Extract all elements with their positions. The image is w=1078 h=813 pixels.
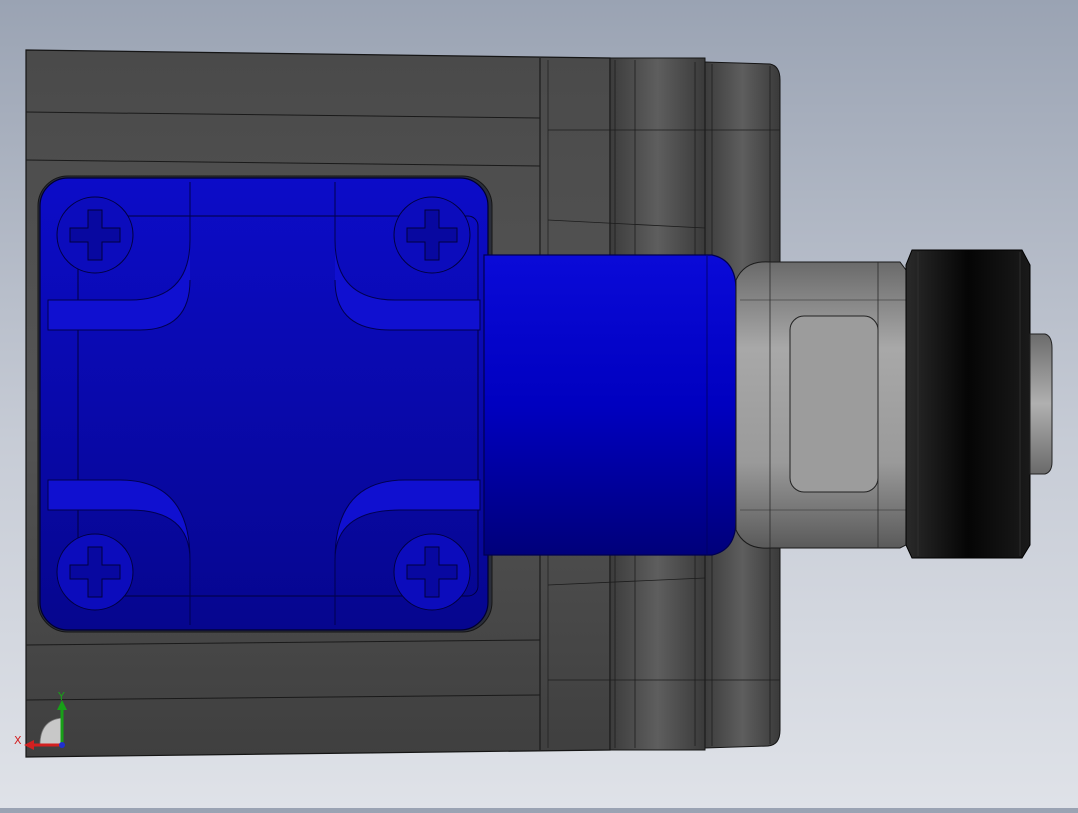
roller-wheel (905, 249, 1031, 559)
screw-icon (56, 196, 134, 274)
roller-shaft (1029, 333, 1053, 475)
actuator-bushing (483, 254, 737, 556)
screw-icon (393, 196, 471, 274)
screw-icon (393, 533, 471, 611)
y-axis-label: Y (57, 690, 65, 703)
z-axis-dot-icon (59, 742, 65, 748)
lever-hub (735, 261, 907, 549)
x-axis-label: X (14, 734, 22, 747)
screw-icon (56, 533, 134, 611)
cad-viewport[interactable]: Y X (0, 0, 1078, 808)
model-canvas[interactable]: Y X (0, 0, 1078, 808)
